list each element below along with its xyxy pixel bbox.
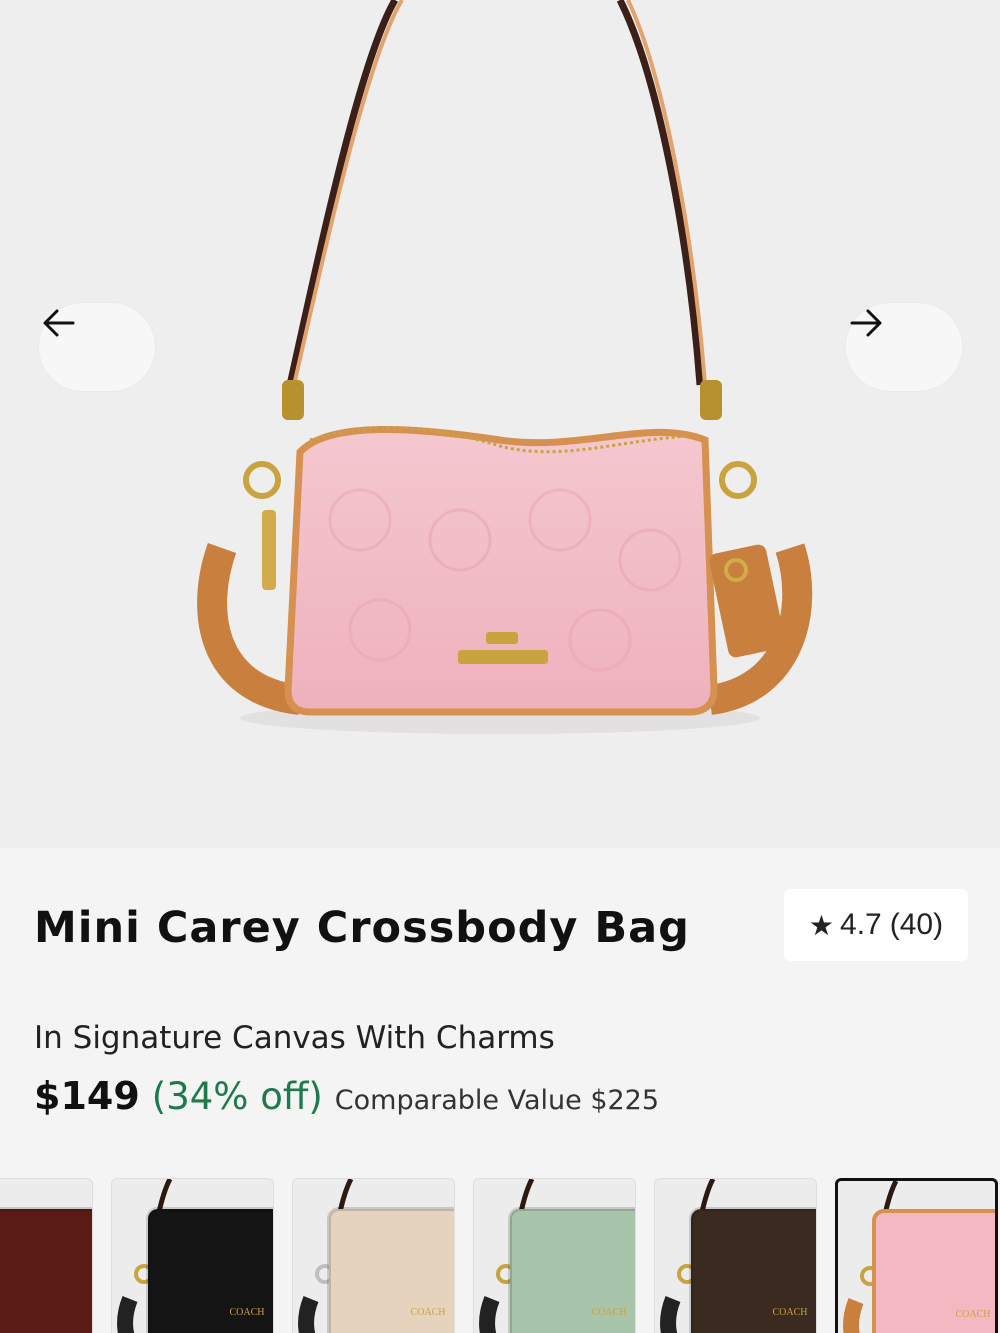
color-swatch-ivory[interactable]: COACH (292, 1178, 455, 1333)
swatch-bag-image: COACH (660, 1179, 816, 1333)
arrow-left-icon (43, 309, 75, 337)
color-swatch-oxblood[interactable] (0, 1178, 93, 1333)
swatch-logo: COACH (591, 1307, 626, 1318)
swatch-logo: COACH (229, 1307, 264, 1318)
rating-value: 4.7 (840, 908, 882, 941)
color-swatch-brown-signature[interactable]: COACH (654, 1178, 817, 1333)
star-icon: ★ (808, 909, 835, 941)
color-swatch-list: COACH COACH COACH COACH COACH (0, 1176, 1000, 1333)
swatch-bag-image (0, 1207, 92, 1333)
rating-count: (40) (889, 908, 944, 941)
sale-price: $149 (34, 1074, 140, 1118)
next-image-button[interactable] (846, 303, 962, 391)
color-swatch-sage[interactable]: COACH (473, 1178, 636, 1333)
previous-image-button[interactable] (39, 303, 155, 391)
swatch-bag-image: COACH (479, 1179, 635, 1333)
swatch-bag-image: COACH (298, 1179, 454, 1333)
arrow-right-icon (850, 309, 882, 337)
swatch-logo: COACH (955, 1309, 990, 1320)
price-row: $149 (34% off) Comparable Value $225 (34, 1074, 659, 1118)
color-swatch-black[interactable]: COACH (111, 1178, 274, 1333)
product-image (197, 0, 813, 734)
product-title: Mini Carey Crossbody Bag (34, 903, 690, 953)
swatch-logo: COACH (772, 1307, 807, 1318)
comparable-value: Comparable Value $225 (334, 1085, 660, 1116)
swatch-bag-image: COACH (843, 1181, 995, 1333)
product-image-gallery (0, 0, 1000, 848)
product-subtitle: In Signature Canvas With Charms (34, 1020, 555, 1056)
color-swatch-pink-signature[interactable]: COACH (835, 1178, 998, 1333)
swatch-bag-image: COACH (117, 1179, 273, 1333)
product-info: Mini Carey Crossbody Bag ★ 4.7 (40) In S… (0, 848, 1000, 1178)
swatch-logo: COACH (410, 1307, 445, 1318)
discount-label: (34% off) (151, 1075, 323, 1118)
rating-badge[interactable]: ★ 4.7 (40) (784, 889, 968, 961)
